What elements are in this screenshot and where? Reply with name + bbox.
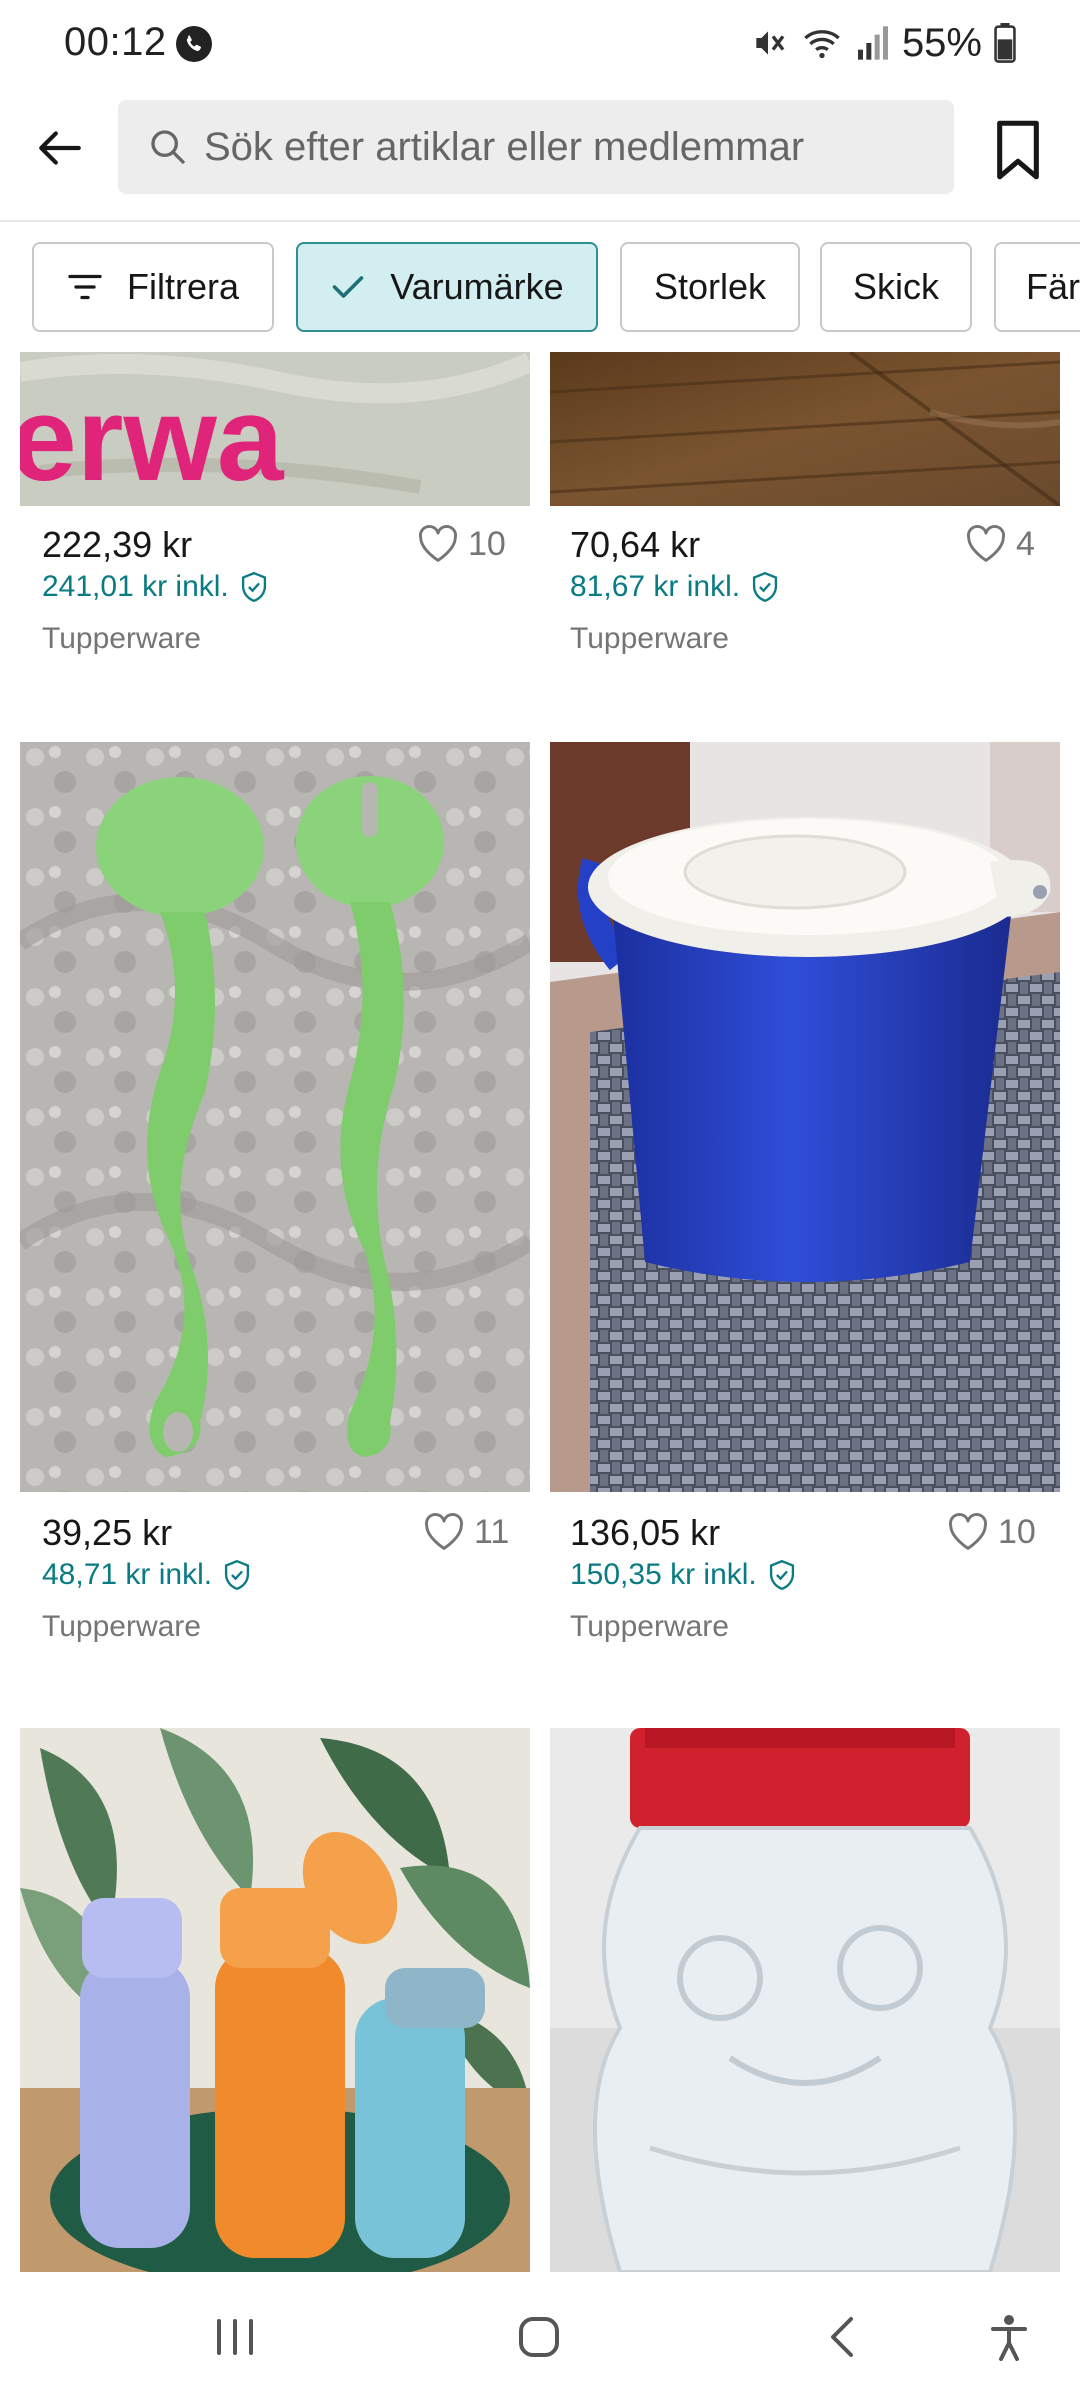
chip-label: Storlek bbox=[653, 266, 767, 307]
product-price: 39,25 kr bbox=[42, 1512, 173, 1553]
battery-percent: 55% bbox=[901, 20, 982, 65]
chip-label: Skick bbox=[852, 266, 939, 307]
price-incl-text: 48,71 kr inkl. bbox=[42, 1558, 213, 1591]
product-price-incl[interactable]: 81,67 kr inkl. bbox=[570, 570, 780, 604]
brand-print-text: erwa bbox=[20, 372, 285, 506]
system-nav-bar bbox=[0, 2272, 1080, 2400]
mute-icon bbox=[756, 31, 785, 55]
shield-check-icon bbox=[769, 1559, 794, 1591]
back-nav-button[interactable] bbox=[806, 2302, 876, 2372]
heart-icon bbox=[948, 1512, 988, 1550]
search-icon bbox=[151, 130, 185, 164]
product-photo bbox=[550, 742, 1060, 1492]
favorite-count: 10 bbox=[998, 1512, 1036, 1551]
favorite-button[interactable]: 10 bbox=[946, 1512, 1036, 1552]
product-photo bbox=[20, 1728, 530, 2272]
signal-icon bbox=[857, 26, 888, 60]
battery-icon bbox=[994, 23, 1016, 63]
price-incl-text: 241,01 kr inkl. bbox=[42, 570, 229, 603]
shield-check-icon bbox=[753, 571, 778, 603]
filter-chip-storlek[interactable]: Storlek bbox=[620, 242, 800, 332]
call-icon bbox=[176, 26, 212, 62]
heart-icon bbox=[966, 524, 1006, 562]
search-box[interactable] bbox=[118, 100, 954, 194]
price-incl-text: 81,67 kr inkl. bbox=[570, 570, 741, 603]
chip-label: Filtrera bbox=[126, 266, 239, 307]
home-icon bbox=[519, 2317, 559, 2357]
price-incl-text: 150,35 kr inkl. bbox=[570, 1558, 757, 1591]
status-time: 00:12 bbox=[64, 20, 167, 64]
filter-chips: Filtrera Varumärke Storlek Skick Färg bbox=[0, 222, 1080, 352]
product-image[interactable] bbox=[20, 1728, 530, 2272]
filter-chip-skick[interactable]: Skick bbox=[820, 242, 972, 332]
product-image[interactable]: erwa bbox=[20, 352, 530, 506]
product-brand: Tupperware bbox=[570, 622, 729, 655]
product-price-incl[interactable]: 48,71 kr inkl. bbox=[42, 1558, 252, 1592]
wifi-icon bbox=[804, 30, 840, 59]
product-price-incl[interactable]: 150,35 kr inkl. bbox=[570, 1558, 797, 1592]
chip-label: Varumärke bbox=[390, 266, 564, 307]
recent-apps-icon bbox=[217, 2319, 253, 2355]
product-photo bbox=[550, 1728, 1060, 2272]
home-button[interactable] bbox=[504, 2302, 574, 2372]
status-bar: 00:12 55% bbox=[0, 0, 1080, 88]
product-brand: Tupperware bbox=[42, 1610, 201, 1643]
filter-chip-farg[interactable]: Färg bbox=[994, 242, 1080, 332]
heart-icon bbox=[418, 524, 458, 562]
product-price-incl[interactable]: 241,01 kr inkl. bbox=[42, 570, 269, 604]
arrow-left-icon bbox=[39, 131, 81, 165]
accessibility-button[interactable] bbox=[974, 2302, 1044, 2372]
favorite-count: 4 bbox=[1016, 524, 1035, 563]
product-brand: Tupperware bbox=[570, 1610, 729, 1643]
product-photo: erwa bbox=[20, 352, 530, 506]
bookmark-icon bbox=[997, 120, 1039, 180]
product-price: 70,64 kr bbox=[570, 524, 701, 565]
favorite-button[interactable]: 4 bbox=[964, 524, 1035, 564]
status-icons: 55% bbox=[748, 20, 1016, 66]
shield-check-icon bbox=[225, 1559, 250, 1591]
favorite-button[interactable]: 11 bbox=[422, 1512, 509, 1552]
top-bar bbox=[0, 88, 1080, 222]
back-button[interactable] bbox=[28, 116, 92, 180]
filter-chip-filtrera[interactable]: Filtrera bbox=[32, 242, 274, 332]
product-price: 136,05 kr bbox=[570, 1512, 721, 1553]
favorite-count: 11 bbox=[474, 1512, 510, 1551]
search-input[interactable] bbox=[202, 123, 922, 171]
check-icon bbox=[330, 272, 366, 302]
product-image[interactable] bbox=[20, 742, 530, 1492]
favorite-button[interactable]: 10 bbox=[416, 524, 506, 564]
product-price: 222,39 kr bbox=[42, 524, 193, 565]
product-image[interactable] bbox=[550, 1728, 1060, 2272]
filter-icon bbox=[67, 272, 103, 302]
heart-icon bbox=[424, 1512, 464, 1550]
favorite-count: 10 bbox=[468, 524, 506, 563]
back-icon bbox=[831, 2317, 853, 2357]
filter-chip-varumarke[interactable]: Varumärke bbox=[296, 242, 598, 332]
save-search-button[interactable] bbox=[986, 110, 1050, 190]
product-brand: Tupperware bbox=[42, 622, 201, 655]
product-photo bbox=[20, 742, 530, 1492]
shield-check-icon bbox=[241, 571, 266, 603]
chip-label: Färg bbox=[1026, 266, 1080, 307]
product-photo bbox=[550, 352, 1060, 506]
product-image[interactable] bbox=[550, 352, 1060, 506]
recent-apps-button[interactable] bbox=[200, 2302, 270, 2372]
accessibility-icon bbox=[991, 2315, 1027, 2361]
product-image[interactable] bbox=[550, 742, 1060, 1492]
